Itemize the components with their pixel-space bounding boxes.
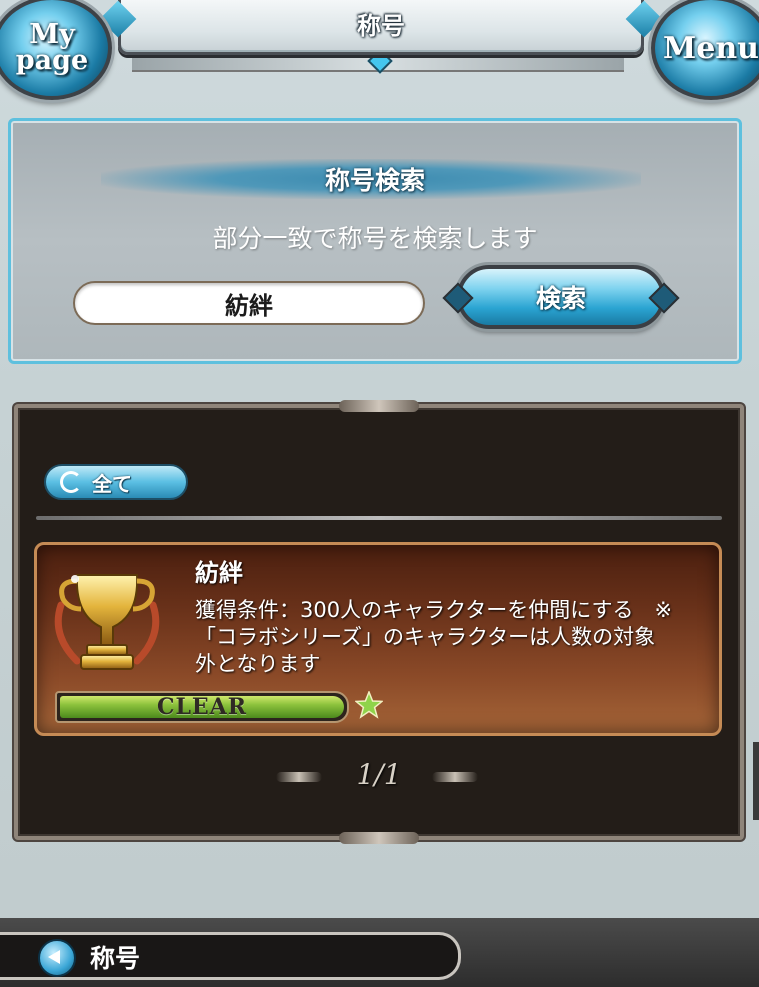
title-name: 紡絆 [195, 559, 243, 587]
search-button[interactable]: 検索 [442, 265, 680, 329]
back-breadcrumb[interactable]: 称号 [0, 932, 461, 980]
breadcrumb-label: 称号 [90, 944, 141, 973]
search-heading: 称号検索 [324, 166, 425, 195]
condition-line: 「コラボシリーズ」のキャラクターは人数の対象 [195, 625, 656, 649]
star-icon [355, 691, 383, 719]
filter-label: 全て [92, 471, 132, 496]
title-card[interactable]: 紡絆 獲得条件：300人のキャラクターを仲間にする ※ 「コラボシリーズ」のキャ… [34, 542, 722, 736]
search-button-label: 検索 [535, 284, 586, 313]
page-indicator: 1/1 [356, 758, 402, 791]
divider [36, 516, 722, 520]
menu-label: Menu [663, 30, 759, 66]
condition-line: 外となります [195, 652, 321, 676]
condition-line: 獲得条件：300人のキャラクターを仲間にする ※ [195, 598, 673, 622]
search-description: 部分一致で称号を検索します [212, 224, 538, 253]
refresh-icon [60, 471, 82, 493]
title-ornament [132, 48, 624, 74]
scroll-indicator [753, 742, 759, 820]
next-page-arrow[interactable] [432, 772, 478, 782]
mypage-label-line2: page [15, 45, 89, 76]
back-arrow-icon [38, 939, 76, 977]
header: 称号 My page Menu [0, 0, 759, 108]
filter-all-button[interactable]: 全て [44, 464, 188, 500]
panel-ornament-bottom [339, 832, 419, 844]
pagination: 1/1 [18, 758, 740, 798]
mypage-button[interactable]: My page [0, 0, 112, 100]
menu-button[interactable]: Menu [651, 0, 759, 100]
button-end-ornament [442, 282, 474, 314]
results-panel: 全て 紡絆 獲得条件：300人のキャラクターを仲間にする ※ 「コラボシリーズ」… [14, 400, 744, 844]
search-input[interactable] [73, 281, 425, 325]
search-panel: 称号検索 部分一致で称号を検索します 検索 [8, 118, 742, 364]
title-condition: 獲得条件：300人のキャラクターを仲間にする ※ 「コラボシリーズ」のキャラクタ… [195, 597, 717, 678]
progress-bar: CLEAR [55, 691, 349, 723]
progress-status: CLEAR [156, 694, 248, 720]
title-bar: 称号 [118, 0, 644, 55]
trophy-icon [54, 574, 160, 670]
button-end-ornament [648, 282, 680, 314]
panel-ornament-top [339, 400, 419, 412]
prev-page-arrow[interactable] [276, 772, 322, 782]
footer: 称号 [0, 918, 759, 987]
page-title: 称号 [357, 12, 405, 40]
